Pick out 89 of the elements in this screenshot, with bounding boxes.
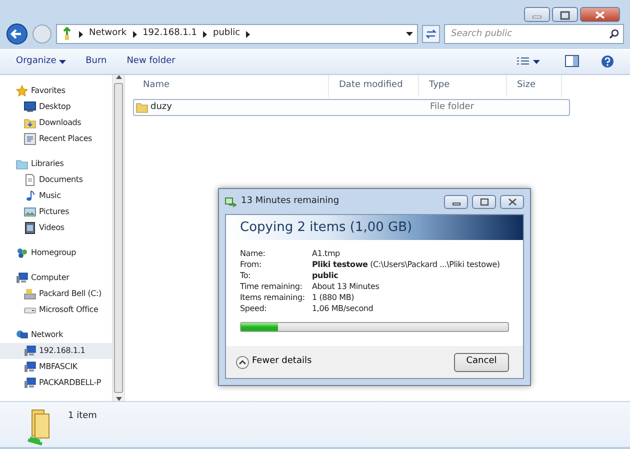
folder-icon [136, 102, 148, 113]
document-icon [24, 174, 36, 186]
dropdown-arrow-icon [406, 32, 413, 36]
details-view-icon [516, 57, 529, 67]
column-header[interactable]: Name [133, 75, 329, 97]
breadcrumb[interactable]: Network [89, 27, 127, 41]
sidebar-item[interactable]: PACKARDBELL-P [0, 375, 112, 391]
column-header[interactable]: Date modified [329, 75, 419, 97]
folder-icon [24, 117, 36, 129]
detail-label: To: [240, 270, 252, 281]
minimize-button[interactable] [444, 194, 468, 208]
sidebar-item[interactable]: Favorites [0, 83, 112, 99]
detail-value: 1 (880 MB) [312, 292, 354, 303]
sidebar-item[interactable]: Downloads [0, 115, 112, 131]
close-button[interactable] [500, 194, 524, 208]
sidebar-item[interactable]: Computer [0, 270, 112, 286]
detail-value: About 13 Minutes [312, 281, 380, 292]
sidebar-item[interactable]: Network [0, 327, 112, 343]
sidebar-item[interactable]: Documents [0, 172, 112, 188]
picture-icon [24, 206, 36, 218]
back-button[interactable] [6, 23, 28, 45]
address-bar[interactable]: Network 192.168.1.1 public [56, 24, 418, 44]
homegroup-icon [16, 247, 28, 259]
chevron-up-icon [236, 356, 249, 368]
computer-icon [16, 272, 28, 284]
detail-value: A1.tmp [312, 248, 340, 259]
toolbar-button[interactable]: New folder [120, 53, 182, 71]
fewer-details-button[interactable]: Fewer details [236, 355, 312, 369]
refresh-button[interactable] [422, 25, 440, 43]
detail-value: Pliki testowe (C:\Users\Packard ...\Pliki testowe) [312, 259, 500, 270]
chevron-right-icon [246, 30, 250, 38]
film-icon [24, 222, 36, 234]
maximize-icon [558, 10, 572, 20]
sidebar-item[interactable]: MBFASCIK [0, 359, 112, 375]
network-icon [16, 329, 28, 341]
star-icon [16, 85, 28, 97]
caret-icon [533, 60, 540, 64]
preview-pane-icon [564, 55, 579, 68]
file-type: File folder [430, 102, 474, 112]
monitor-icon [24, 101, 36, 113]
maximize-button[interactable] [552, 7, 578, 22]
chevron-right-icon [202, 30, 207, 38]
detail-label: Speed: [240, 303, 268, 314]
detail-value: 1,06 MB/second [312, 303, 374, 314]
scrollbar-thumb[interactable] [114, 83, 123, 393]
maximize-button[interactable] [472, 194, 496, 208]
sidebar-item[interactable]: Videos [0, 220, 112, 236]
computer-icon [24, 361, 36, 373]
close-icon [593, 10, 607, 20]
recent-places-icon [24, 133, 36, 145]
library-folder-icon [16, 158, 28, 170]
search-field[interactable]: Search public [444, 24, 624, 44]
breadcrumb[interactable]: 192.168.1.1 [142, 27, 197, 41]
copy-icon [225, 196, 237, 208]
scrollbar[interactable] [112, 75, 124, 401]
sidebar-item[interactable]: Recent Places [0, 131, 112, 147]
sidebar-item[interactable]: Homegroup [0, 245, 112, 261]
sidebar-item[interactable]: Libraries [0, 156, 112, 172]
chevron-right-icon [132, 30, 137, 38]
search-icon [609, 29, 619, 39]
column-header[interactable]: Size [507, 75, 562, 97]
cancel-button[interactable]: Cancel [454, 352, 509, 372]
detail-label: Name: [240, 248, 266, 259]
breadcrumb[interactable]: public [212, 27, 240, 41]
toolbar-button[interactable]: Organize [10, 53, 72, 71]
toolbar-button[interactable]: Burn [80, 53, 113, 71]
close-button[interactable] [580, 7, 620, 22]
sidebar-item[interactable]: Desktop [0, 99, 112, 115]
file-name: duzy [150, 100, 172, 114]
file-row[interactable]: duzy File folder [133, 99, 570, 116]
detail-label: Time remaining: [240, 281, 304, 292]
drive-icon [24, 288, 36, 300]
sidebar-item[interactable]: Packard Bell (C:) [0, 286, 112, 302]
detail-label: Items remaining: [240, 292, 306, 303]
computer-icon [24, 377, 36, 389]
sidebar-item[interactable]: Music [0, 188, 112, 204]
help-icon [601, 54, 614, 68]
item-count: 1 item [68, 410, 97, 424]
music-note-icon [24, 190, 36, 202]
sidebar-item[interactable]: 192.168.1.1 [0, 343, 112, 359]
dialog-title: 13 Minutes remaining [241, 194, 340, 208]
sidebar-item[interactable]: Microsoft Office [0, 302, 112, 318]
column-header[interactable]: Type [419, 75, 507, 97]
sidebar-item[interactable]: Pictures [0, 204, 112, 220]
computer-icon [24, 345, 36, 357]
detail-label: From: [240, 259, 263, 270]
detail-value: public [312, 270, 338, 281]
minimize-button[interactable] [524, 7, 550, 22]
chevron-right-icon [79, 30, 83, 38]
